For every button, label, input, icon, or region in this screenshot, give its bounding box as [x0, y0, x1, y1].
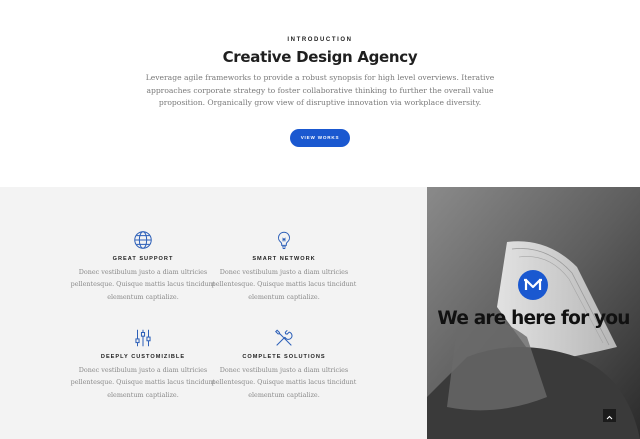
- feature-text: Donec vestibulum justo a diam ultricies …: [70, 366, 216, 399]
- feature-title: DEEPLY CUSTOMIZIBLE: [100, 354, 186, 360]
- tools-icon: [273, 327, 295, 349]
- features-section: GREAT SUPPORT Donec vestibulum justo a d…: [0, 187, 427, 439]
- feature-text: Donec vestibulum justo a diam ultricies …: [211, 366, 357, 399]
- feature-title: SMART NETWORK: [252, 256, 316, 262]
- globe-icon: [132, 229, 154, 251]
- feature-title: GREAT SUPPORT: [112, 256, 174, 262]
- feature-deeply-customizible: DEEPLY CUSTOMIZIBLE Donec vestibulum jus…: [68, 327, 218, 401]
- feature-complete-solutions: COMPLETE SOLUTIONS Donec vestibulum just…: [209, 327, 359, 401]
- feature-title: COMPLETE SOLUTIONS: [242, 354, 326, 360]
- brand-m-logo-icon: [524, 278, 542, 290]
- sliders-icon: [132, 327, 154, 349]
- feature-text: Donec vestibulum justo a diam ultricies …: [211, 268, 357, 301]
- photo-headline: We are here for you: [437, 308, 630, 329]
- feature-smart-network: SMART NETWORK Donec vestibulum justo a d…: [209, 229, 359, 303]
- hero-photo-panel: We are here for you: [427, 187, 640, 439]
- intro-title: Creative Design Agency: [222, 48, 418, 66]
- feature-great-support: GREAT SUPPORT Donec vestibulum justo a d…: [68, 229, 218, 303]
- lightbulb-icon: [273, 229, 295, 251]
- feature-text: Donec vestibulum justo a diam ultricies …: [70, 268, 216, 301]
- brand-logo: [518, 270, 548, 300]
- intro-section: INTRODUCTION Creative Design Agency Leve…: [0, 0, 640, 187]
- view-works-button[interactable]: VIEW WORKS: [290, 129, 350, 147]
- intro-paragraph: Leverage agile frameworks to provide a r…: [145, 73, 495, 108]
- scroll-to-top-button[interactable]: [603, 409, 616, 422]
- intro-eyebrow: INTRODUCTION: [287, 37, 353, 43]
- chevron-up-icon: [606, 415, 613, 420]
